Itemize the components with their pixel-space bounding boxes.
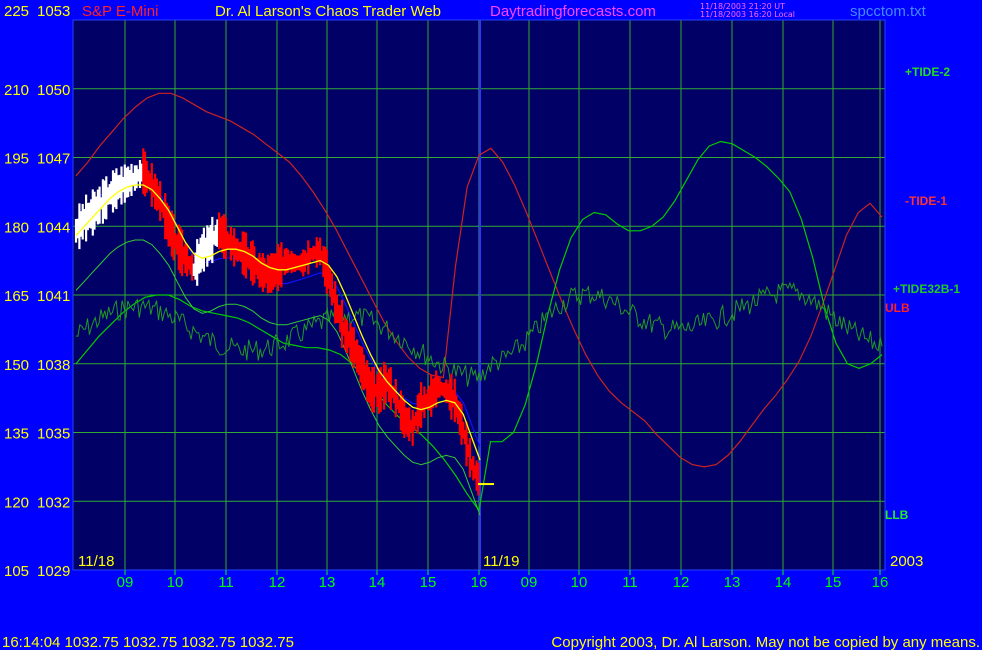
x-tick-label: 11 [622, 574, 638, 591]
x-tick-label: 11 [218, 574, 234, 591]
x-tick-label: 09 [117, 574, 134, 591]
date-label-year: 2003 [890, 553, 923, 570]
x-tick-label: 15 [420, 574, 437, 591]
header-product: S&P E-Mini [82, 3, 158, 20]
date-label-mid: 11/19 [483, 553, 519, 570]
header-left-axis-top: 225 [4, 3, 29, 20]
x-tick-label: 12 [269, 574, 286, 591]
x-tick-label: 15 [825, 574, 842, 591]
header-file: spcctom.txt [850, 3, 927, 20]
y-right-tick: 1029 [37, 563, 70, 580]
x-tick-label: 12 [673, 574, 690, 591]
y-right-tick: 1047 [37, 151, 70, 168]
y-left-tick: 165 [4, 288, 29, 305]
copyright-notice: Copyright 2003, Dr. Al Larson. May not b… [551, 634, 980, 650]
header-right-axis-top: 1053 [37, 3, 70, 20]
chart-canvas: 225 1053 S&P E-Mini Dr. Al Larson's Chao… [0, 0, 982, 650]
x-tick-label: 13 [724, 574, 741, 591]
y-right-tick: 1032 [37, 494, 70, 511]
y-left-tick: 135 [4, 426, 29, 443]
y-right-tick: 1041 [37, 288, 70, 305]
date-label-start: 11/18 [78, 553, 114, 570]
x-tick-label: 13 [319, 574, 336, 591]
y-right-tick: 1035 [37, 426, 70, 443]
label-tide2: +TIDE-2 [905, 65, 950, 79]
label-llb: LLB [885, 508, 909, 522]
x-tick-label: 14 [775, 574, 792, 591]
label-ulb: ULB [885, 301, 910, 315]
y-right-tick: 1038 [37, 357, 70, 374]
header-stamp-local: 11/18/2003 16:20 Local [700, 10, 795, 19]
x-tick-label: 10 [167, 574, 184, 591]
x-tick-label: 09 [521, 574, 538, 591]
x-tick-label: 16 [872, 574, 889, 591]
quote-readout: 16:14:04 1032.75 1032.75 1032.75 1032.75 [2, 634, 294, 650]
y-left-tick: 150 [4, 357, 29, 374]
y-left-tick: 180 [4, 219, 29, 236]
y-left-tick: 120 [4, 494, 29, 511]
header-site: Daytradingforecasts.com [490, 3, 656, 20]
label-tide1: -TIDE-1 [905, 194, 947, 208]
x-tick-label: 16 [471, 574, 488, 591]
y-right-tick: 1044 [37, 219, 70, 236]
x-tick-label: 10 [571, 574, 588, 591]
y-right-tick: 1050 [37, 82, 70, 99]
chart-window: 225 1053 S&P E-Mini Dr. Al Larson's Chao… [0, 0, 982, 650]
y-left-tick: 195 [4, 151, 29, 168]
header-title: Dr. Al Larson's Chaos Trader Web [215, 3, 441, 20]
x-tick-label: 14 [369, 574, 386, 591]
label-tide32b: +TIDE32B-1 [893, 282, 960, 296]
y-left-tick: 105 [4, 563, 29, 580]
y-left-tick: 210 [4, 82, 29, 99]
